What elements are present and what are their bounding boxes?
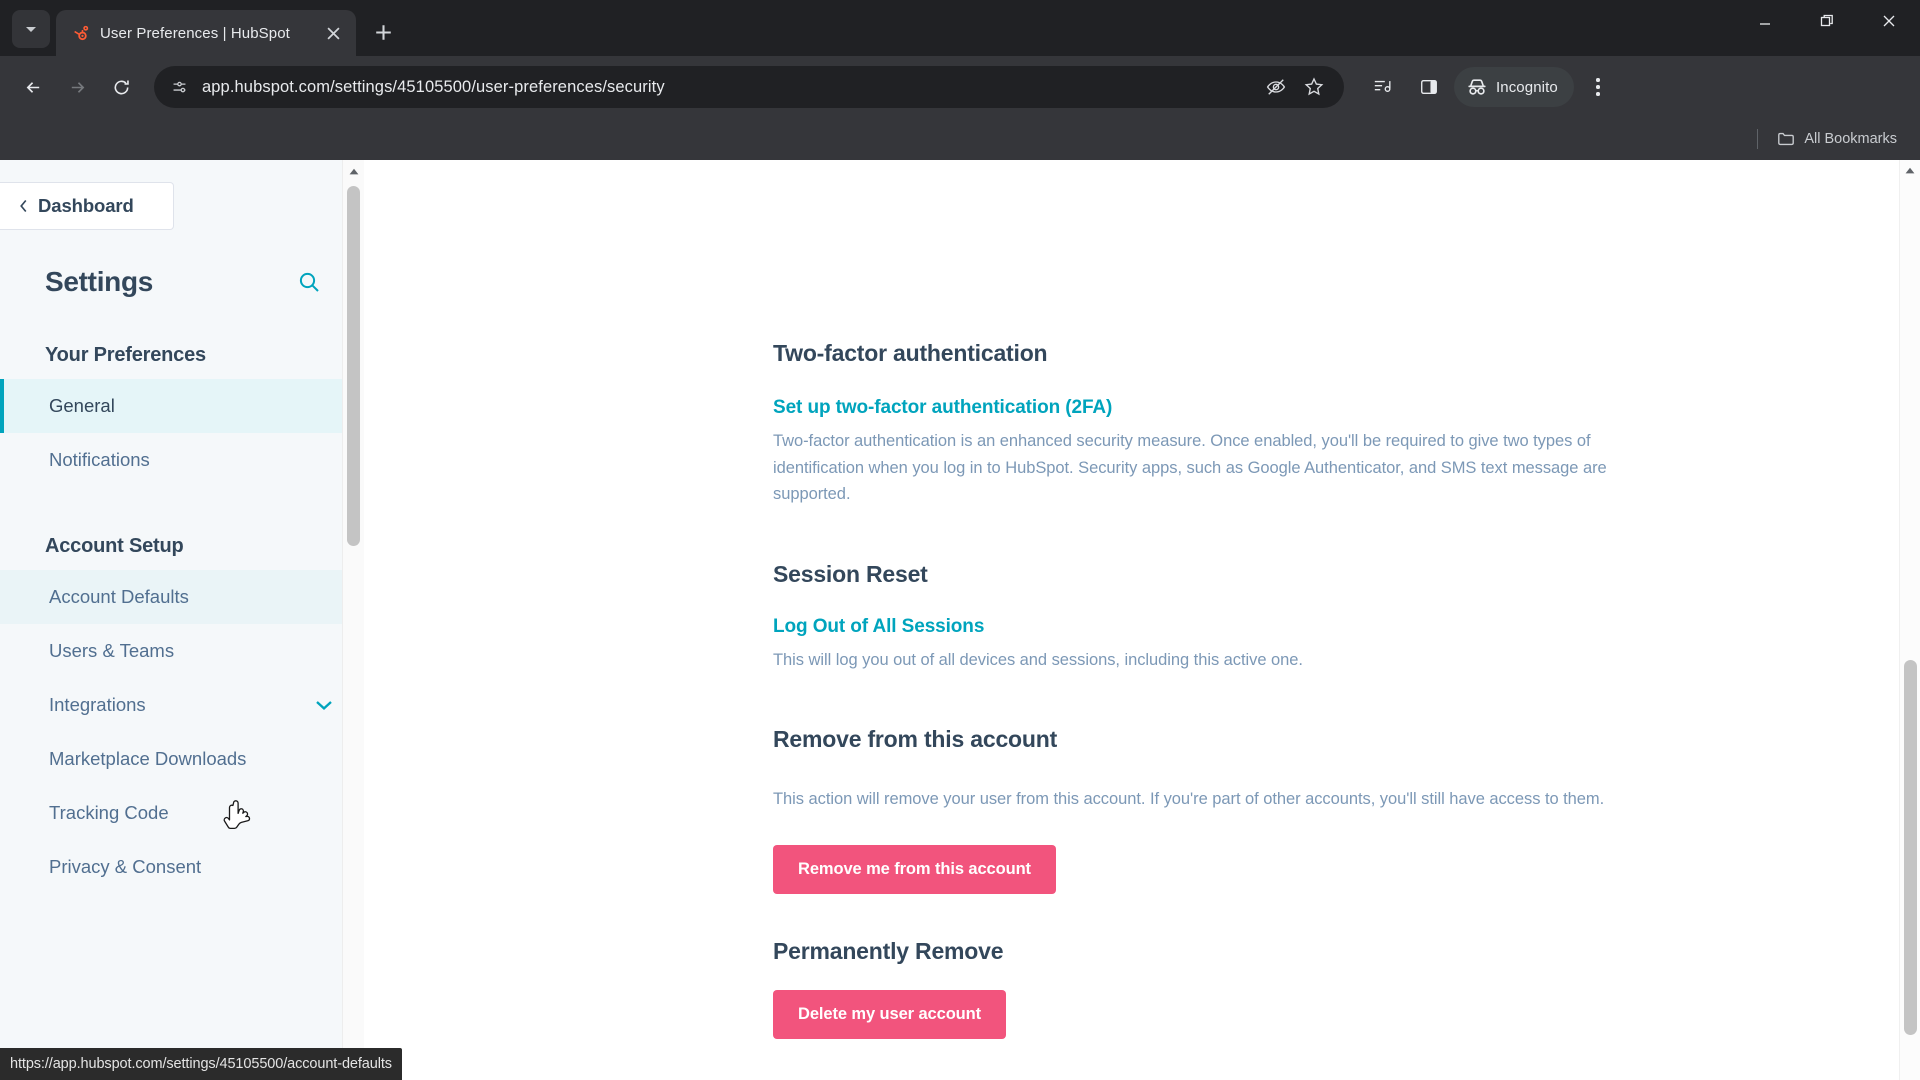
session-reset-section: Session Reset Log Out of All Sessions Th… xyxy=(773,561,1920,674)
all-bookmarks-label: All Bookmarks xyxy=(1804,131,1897,147)
sidebar-scrollbar[interactable] xyxy=(342,160,364,1080)
sidebar-group-your-preferences: General Notifications xyxy=(0,379,364,487)
window-controls xyxy=(1734,0,1920,56)
two-factor-description: Two-factor authentication is an enhanced… xyxy=(773,432,1607,504)
chevron-down-icon[interactable] xyxy=(314,699,334,711)
minimize-button[interactable] xyxy=(1734,0,1796,42)
sidebar-item-label: General xyxy=(49,395,115,416)
reload-button[interactable] xyxy=(100,66,142,108)
status-bar-url: https://app.hubspot.com/settings/4510550… xyxy=(0,1048,402,1080)
sidebar-group-title-account-setup: Account Setup xyxy=(45,535,184,557)
log-out-all-sessions-link[interactable]: Log Out of All Sessions xyxy=(773,616,984,638)
sidebar-item-label: Integrations xyxy=(49,694,146,715)
address-bar[interactable]: app.hubspot.com/settings/45105500/user-p… xyxy=(154,66,1344,108)
remove-from-account-section: Remove from this account This action wil… xyxy=(773,726,1920,894)
section-heading-two-factor: Two-factor authentication xyxy=(773,340,1048,366)
sidebar-item-tracking-code[interactable]: Tracking Code xyxy=(0,786,364,840)
forward-button[interactable] xyxy=(56,66,98,108)
page-scrollbar-thumb[interactable] xyxy=(1904,660,1917,1035)
content-column: Two-factor authentication Set up two-fac… xyxy=(364,160,1920,1039)
chevron-down-icon xyxy=(26,27,36,32)
sidebar-item-label: Notifications xyxy=(49,449,150,470)
folder-icon xyxy=(1778,132,1795,146)
tab-strip: User Preferences | HubSpot xyxy=(0,0,1920,56)
sidebar-scrollbar-thumb[interactable] xyxy=(347,186,360,546)
settings-sidebar: Dashboard Settings Your Preferences Gene… xyxy=(0,160,364,1080)
sidebar-item-general[interactable]: General xyxy=(0,379,364,433)
bookmarks-divider xyxy=(1757,129,1759,149)
search-icon[interactable] xyxy=(294,267,324,297)
page-viewport: Dashboard Settings Your Preferences Gene… xyxy=(0,160,1920,1080)
sidebar-item-label: Marketplace Downloads xyxy=(49,748,247,769)
permanently-remove-section: Permanently Remove Delete my user accoun… xyxy=(773,938,1920,1039)
setup-2fa-link[interactable]: Set up two-factor authentication (2FA) xyxy=(773,397,1112,419)
remove-from-account-description: This action will remove your user from t… xyxy=(773,789,1605,808)
settings-content: Two-factor authentication Set up two-fac… xyxy=(364,160,1920,1080)
page-scrollbar[interactable] xyxy=(1899,160,1920,1080)
sidebar-item-account-defaults[interactable]: Account Defaults xyxy=(0,570,364,624)
bookmarks-bar: All Bookmarks xyxy=(0,118,1920,160)
close-tab-icon[interactable] xyxy=(320,20,346,46)
page-scroll-up-arrow-icon[interactable] xyxy=(1900,160,1920,180)
sidebar-item-marketplace-downloads[interactable]: Marketplace Downloads xyxy=(0,732,364,786)
sidebar-item-label: Users & Teams xyxy=(49,640,175,661)
toolbar-actions: Incognito xyxy=(1356,66,1618,108)
sidebar-item-users-and-teams[interactable]: Users & Teams xyxy=(0,624,364,678)
sidebar-group-account-setup: Account Defaults Users & Teams Integrati… xyxy=(0,570,364,894)
settings-header: Settings xyxy=(0,230,364,298)
remove-me-from-account-button[interactable]: Remove me from this account xyxy=(773,844,1056,894)
section-heading-permanently-remove: Permanently Remove xyxy=(773,937,1004,964)
maximize-restore-button[interactable] xyxy=(1796,0,1858,42)
browser-toolbar: app.hubspot.com/settings/45105500/user-p… xyxy=(0,56,1920,118)
dashboard-label: Dashboard xyxy=(38,195,134,216)
incognito-label: Incognito xyxy=(1496,78,1558,96)
sidebar-item-notifications[interactable]: Notifications xyxy=(0,433,364,487)
side-panel-icon[interactable] xyxy=(1408,66,1450,108)
tab-title: User Preferences | HubSpot xyxy=(100,24,290,42)
new-tab-button[interactable] xyxy=(364,13,402,51)
media-control-icon[interactable] xyxy=(1362,66,1404,108)
sidebar-item-privacy-and-consent[interactable]: Privacy & Consent xyxy=(0,840,364,894)
scroll-up-arrow-icon[interactable] xyxy=(343,160,364,182)
close-window-button[interactable] xyxy=(1858,0,1920,42)
tab-search-button[interactable] xyxy=(12,10,50,48)
sidebar-item-integrations[interactable]: Integrations xyxy=(0,678,364,732)
chevron-left-icon xyxy=(20,199,27,213)
site-settings-icon[interactable] xyxy=(168,76,190,98)
all-bookmarks-button[interactable]: All Bookmarks xyxy=(1768,125,1906,153)
delete-user-account-button[interactable]: Delete my user account xyxy=(773,989,1007,1039)
sidebar-item-label: Tracking Code xyxy=(49,802,169,823)
session-reset-description: This will log you out of all devices and… xyxy=(773,651,1303,670)
section-heading-remove-from-account: Remove from this account xyxy=(773,725,1058,752)
chrome-menu-button[interactable] xyxy=(1578,66,1618,108)
bookmark-star-icon[interactable] xyxy=(1302,75,1326,99)
incognito-icon xyxy=(1468,79,1486,95)
hubspot-sprocket-icon xyxy=(70,23,90,43)
section-heading-session-reset: Session Reset xyxy=(773,561,928,588)
back-button[interactable] xyxy=(12,66,54,108)
hide-password-icon[interactable] xyxy=(1264,75,1288,99)
sidebar-item-label: Account Defaults xyxy=(49,586,189,607)
incognito-profile-pill[interactable]: Incognito xyxy=(1454,67,1574,107)
back-to-dashboard-button[interactable]: Dashboard xyxy=(0,182,174,230)
two-factor-section: Two-factor authentication Set up two-fac… xyxy=(773,340,1920,508)
url-text: app.hubspot.com/settings/45105500/user-p… xyxy=(202,77,665,96)
page-title: Settings xyxy=(45,266,154,297)
sidebar-group-title-your-preferences: Your Preferences xyxy=(45,344,206,366)
browser-tab[interactable]: User Preferences | HubSpot xyxy=(56,10,356,56)
sidebar-item-label: Privacy & Consent xyxy=(49,856,202,877)
browser-window: User Preferences | HubSpot app.hubspot.c… xyxy=(0,0,1920,1080)
